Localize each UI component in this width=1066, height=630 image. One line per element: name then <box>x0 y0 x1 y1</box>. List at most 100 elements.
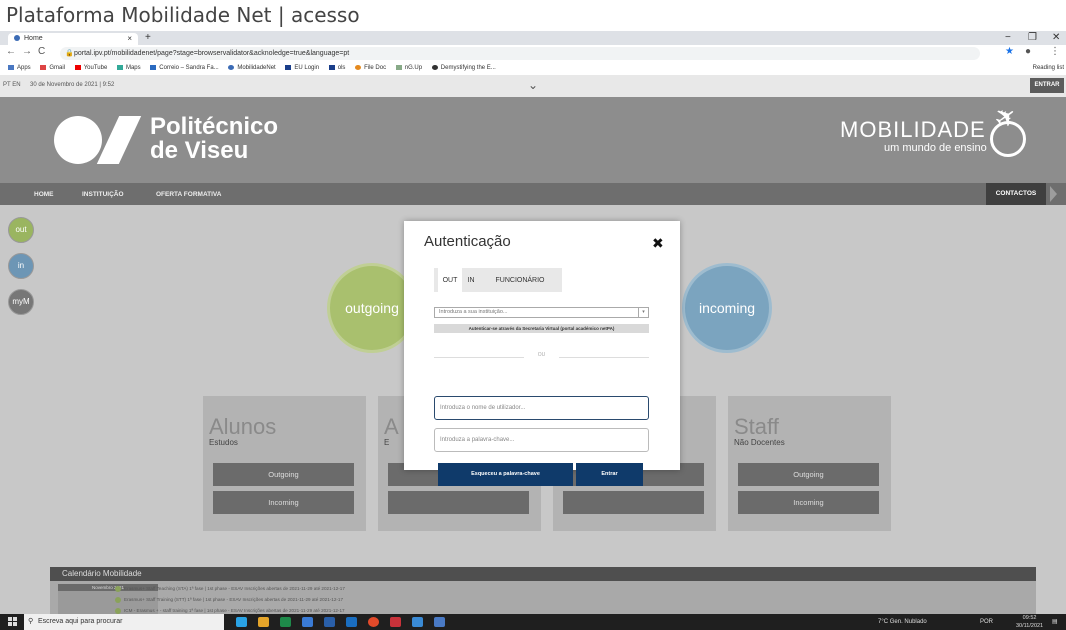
apps-icon <box>8 64 14 70</box>
logo-line1: Politécnico <box>150 113 279 140</box>
bookmark-file-doc[interactable]: File Doc <box>355 62 386 75</box>
outgoing-button[interactable]: Outgoing <box>738 463 879 486</box>
profile-icon[interactable]: ● <box>1025 46 1031 57</box>
app-icon[interactable] <box>412 617 423 627</box>
edge-icon[interactable] <box>236 617 247 627</box>
bookmarks-bar: Apps Gmail YouTube Maps Correio – Sandra… <box>0 62 1066 76</box>
authentication-modal: Autenticação ✖ OUT IN FUNCIONÁRIO Introd… <box>404 221 680 486</box>
bookmark-maps[interactable]: Maps <box>116 62 141 75</box>
page-caption: Plataforma Mobilidade Net | acesso <box>6 3 360 27</box>
chevron-down-icon[interactable]: ⌄ <box>528 78 538 92</box>
calendar-event[interactable]: Erasmus+ Staff Teaching (STA) 1ª fase | … <box>115 586 345 592</box>
auth-tabs: OUT IN FUNCIONÁRIO <box>434 268 562 292</box>
incoming-button[interactable]: Incoming <box>213 491 354 514</box>
card-title: A <box>384 414 399 439</box>
outlook-icon[interactable] <box>346 617 357 627</box>
mobility-title: MOBILIDADE <box>840 117 986 142</box>
excel-icon[interactable] <box>280 617 291 627</box>
windows-start-icon[interactable] <box>8 617 18 627</box>
side-button-out[interactable]: out <box>8 217 34 243</box>
entrar-button[interactable]: ENTRAR <box>1030 78 1064 93</box>
logo-line2: de Viseu <box>150 137 249 164</box>
card-title: Staff <box>734 414 779 439</box>
card-title: Alunos <box>209 414 277 439</box>
nav-home[interactable]: HOME <box>34 191 54 198</box>
reading-list-button[interactable]: Reading list <box>1033 62 1064 75</box>
card-subtitle: Estudos <box>209 438 238 447</box>
incoming-circle[interactable]: incoming <box>682 263 772 353</box>
calendar-title: Calendário Mobilidade <box>50 567 1036 581</box>
incoming-button[interactable] <box>388 491 529 514</box>
tab-close-icon[interactable]: × <box>127 33 132 45</box>
institution-select[interactable]: Introduza a sua instituição... ▾ <box>434 307 649 318</box>
reload-icon[interactable]: C <box>38 46 45 57</box>
logo-circle <box>54 116 102 164</box>
card-subtitle: E <box>384 438 390 447</box>
bookmark-gmail[interactable]: Gmail <box>40 62 65 75</box>
incoming-button[interactable]: Incoming <box>738 491 879 514</box>
bookmark-correio[interactable]: Correio – Sandra Fa... <box>150 62 219 75</box>
star-icon[interactable]: ★ <box>1005 46 1014 57</box>
or-divider: OU <box>434 352 649 362</box>
back-icon[interactable]: ← <box>6 46 16 57</box>
acrobat-icon[interactable] <box>390 617 401 627</box>
event-icon <box>115 597 121 603</box>
notification-icon[interactable]: ▤ <box>1052 614 1058 630</box>
institution-logo-text[interactable]: Politécnico de Viseu <box>150 115 278 163</box>
login-button[interactable]: Entrar <box>576 463 643 486</box>
globe-icon <box>14 35 20 42</box>
tab-funcionario[interactable]: FUNCIONÁRIO <box>480 268 560 292</box>
nav-oferta-formativa[interactable]: OFERTA FORMATIVA <box>156 191 221 198</box>
bookmark-demystifying[interactable]: Demystifying the E... <box>431 62 496 75</box>
outgoing-button[interactable]: Outgoing <box>213 463 354 486</box>
virtual-secretary-button[interactable]: Autenticar-se através da Secretaria Virt… <box>434 324 649 333</box>
nav-instituicao[interactable]: INSTITUIÇÃO <box>82 191 124 198</box>
forgot-password-button[interactable]: Esqueceu a palavra-chave <box>438 463 573 486</box>
taskbar-search-field[interactable]: ⚲ Escreva aqui para procurar <box>24 614 224 630</box>
clock[interactable]: 09:52 30/11/2021 <box>1016 614 1043 630</box>
menu-icon[interactable]: ⋮ <box>1050 46 1060 57</box>
side-button-in[interactable]: in <box>8 253 34 279</box>
browser-tab-home[interactable]: Home × <box>8 33 138 45</box>
minimize-button[interactable]: − <box>1005 32 1011 43</box>
tab-in[interactable]: IN <box>462 268 480 292</box>
app-icon[interactable] <box>302 617 313 627</box>
language-switch[interactable]: PT EN <box>3 82 21 88</box>
card-alunos: Alunos Estudos Outgoing Incoming <box>203 396 366 531</box>
url-field[interactable]: 🔒 portal.ipv.pt/mobilidadenet/page?stage… <box>60 47 980 60</box>
word-icon[interactable] <box>324 617 335 627</box>
globe-icon <box>228 64 235 70</box>
close-icon[interactable]: ✖ <box>652 235 664 252</box>
main-nav: HOME INSTITUIÇÃO OFERTA FORMATIVA CONTAC… <box>0 183 1066 205</box>
calendar-event[interactable]: Erasmus+ Staff Training (STT) 1ª fase | … <box>115 597 343 603</box>
eu-icon <box>285 64 292 70</box>
bookmark-ols[interactable]: ols <box>328 62 345 75</box>
bookmark-mobilidadenet[interactable]: MobilidadeNet <box>228 62 276 75</box>
eu-icon <box>328 64 335 70</box>
password-input[interactable]: Introduza a palavra-chave... <box>434 428 649 452</box>
close-window-button[interactable]: ✕ <box>1052 32 1060 43</box>
new-tab-button[interactable]: + <box>145 32 151 43</box>
tab-out[interactable]: OUT <box>438 268 462 292</box>
bookmark-ngup[interactable]: nG.Up <box>395 62 422 75</box>
chrome-icon[interactable] <box>368 617 379 627</box>
explorer-icon[interactable] <box>258 617 269 627</box>
weather-status[interactable]: 7°C Gen. Nublado <box>878 614 927 630</box>
maximize-button[interactable]: ❐ <box>1028 32 1037 43</box>
bookmark-apps[interactable]: Apps <box>8 62 31 75</box>
incoming-button[interactable] <box>563 491 704 514</box>
forward-icon[interactable]: → <box>22 46 32 57</box>
contactos-button[interactable]: CONTACTOS <box>986 183 1046 205</box>
modal-title: Autenticação <box>424 233 511 250</box>
bookmark-eu-login[interactable]: EU Login <box>285 62 319 75</box>
address-bar-row: ← → C 🔒 portal.ipv.pt/mobilidadenet/page… <box>0 45 1066 62</box>
bookmark-youtube[interactable]: YouTube <box>74 62 107 75</box>
side-button-mym[interactable]: myM <box>8 289 34 315</box>
app-icon[interactable] <box>434 617 445 627</box>
arrow-right-icon <box>1050 186 1057 202</box>
language-indicator[interactable]: POR <box>980 614 993 630</box>
card-staff: Staff Não Docentes Outgoing Incoming <box>728 396 891 531</box>
username-input[interactable]: Introduza o nome de utilizador... <box>434 396 649 420</box>
lock-icon: 🔒 <box>65 50 74 57</box>
youtube-icon <box>74 64 81 70</box>
